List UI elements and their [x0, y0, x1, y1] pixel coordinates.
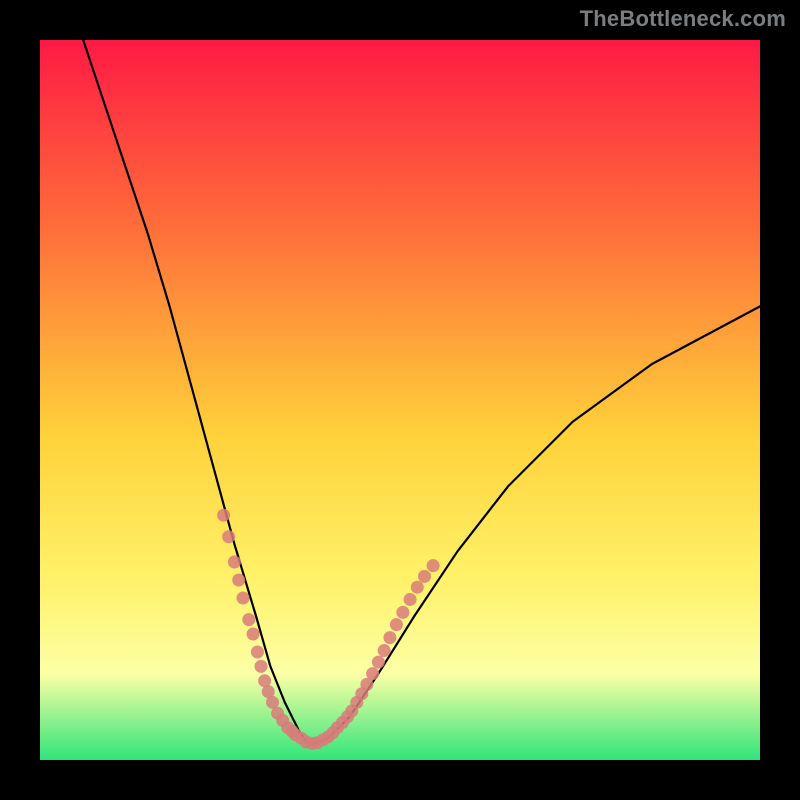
scatter-dot [232, 574, 245, 587]
scatter-dot [247, 628, 260, 641]
scatter-dot [390, 618, 403, 631]
scatter-dot [251, 646, 264, 659]
scatter-dot [228, 556, 241, 569]
scatter-dot [411, 581, 424, 594]
scatter-dot [383, 631, 396, 644]
chart-background [40, 40, 760, 760]
scatter-dot [237, 592, 250, 605]
scatter-dot [217, 509, 230, 522]
scatter-dot [427, 559, 440, 572]
plot-area [40, 40, 760, 760]
scatter-dot [366, 667, 379, 680]
scatter-dot [242, 613, 255, 626]
scatter-dot [255, 660, 268, 673]
scatter-dot [404, 593, 417, 606]
scatter-dot [378, 644, 391, 657]
watermark-label: TheBottleneck.com [580, 6, 786, 32]
scatter-dot [396, 606, 409, 619]
chart-frame: TheBottleneck.com [0, 0, 800, 800]
scatter-dot [372, 656, 385, 669]
scatter-dot [418, 570, 431, 583]
chart-svg [40, 40, 760, 760]
scatter-dot [222, 530, 235, 543]
